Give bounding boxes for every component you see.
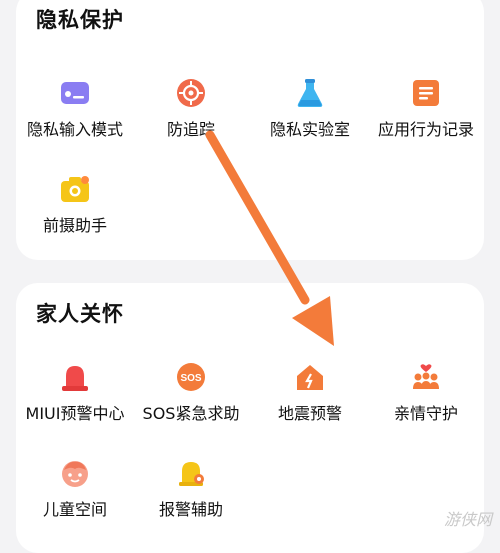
kids-space-item[interactable]: 儿童空间 [15, 458, 135, 520]
app-behavior-record-label: 应用行为记录 [377, 120, 474, 139]
sos-emergency-item[interactable]: SOS SOS紧急求助 [131, 362, 251, 424]
house-quake-icon [297, 365, 323, 390]
family-icon [413, 364, 439, 389]
privacy-input-mode-label: 隐私输入模式 [26, 120, 123, 139]
earthquake-warning-label: 地震预警 [277, 404, 342, 423]
alarm-icon [62, 366, 88, 391]
miui-alert-center-label: MIUI预警中心 [25, 404, 125, 423]
child-face-icon [62, 461, 88, 487]
anti-tracking-label: 防追踪 [166, 120, 215, 139]
family-guard-label: 亲情守护 [393, 404, 458, 423]
keyboard-icon [61, 82, 89, 104]
alarm-assist-label: 报警辅助 [158, 500, 223, 519]
earthquake-warning-item[interactable]: 地震预警 [250, 362, 370, 424]
front-camera-assistant-item[interactable]: 前摄助手 [15, 174, 135, 236]
miui-alert-center-item[interactable]: MIUI预警中心 [15, 362, 135, 424]
notes-icon [413, 80, 439, 106]
privacy-lab-label: 隐私实验室 [269, 120, 350, 139]
police-bell-icon [179, 462, 204, 486]
family-guard-item[interactable]: 亲情守护 [366, 362, 486, 424]
watermark-text: 游侠网 [443, 510, 492, 529]
flask-icon [297, 79, 323, 107]
sos-emergency-label: SOS紧急求助 [142, 404, 240, 423]
privacy-section-title: 隐私保护 [36, 8, 124, 32]
svg-text:SOS: SOS [180, 373, 201, 384]
kids-space-label: 儿童空间 [42, 500, 107, 519]
privacy-lab-item[interactable]: 隐私实验室 [250, 78, 370, 140]
alarm-assist-item[interactable]: 报警辅助 [131, 458, 251, 520]
front-camera-assistant-label: 前摄助手 [42, 216, 107, 235]
privacy-input-mode-item[interactable]: 隐私输入模式 [15, 78, 135, 140]
target-icon [177, 79, 205, 107]
app-behavior-record-item[interactable]: 应用行为记录 [366, 78, 486, 140]
camera-icon [61, 176, 89, 202]
sos-icon: SOS [177, 363, 205, 391]
family-section-title: 家人关怀 [36, 302, 124, 326]
anti-tracking-item[interactable]: 防追踪 [131, 78, 251, 140]
